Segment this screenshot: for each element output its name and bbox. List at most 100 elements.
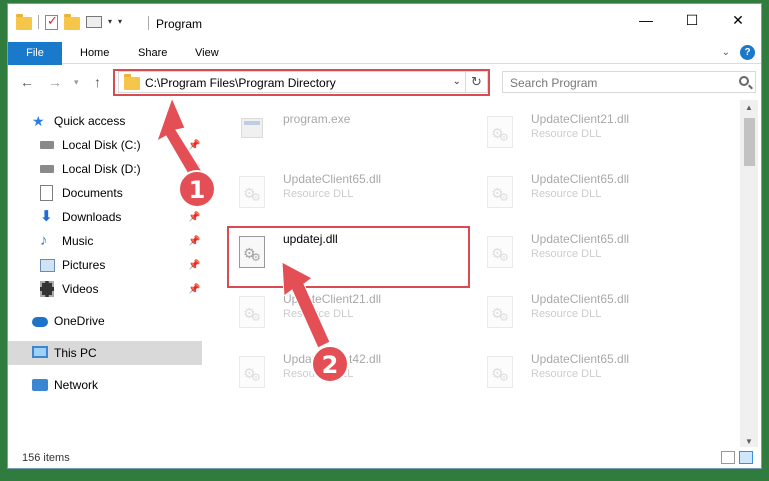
sidebar-item-music[interactable]: ♪ Music 📌 <box>8 229 202 253</box>
divider <box>148 16 149 30</box>
sidebar-item-quick-access[interactable]: ★ Quick access <box>8 109 202 133</box>
minimize-button[interactable]: — <box>623 4 669 36</box>
sidebar-item-label: Quick access <box>54 114 126 128</box>
sidebar-item-local-disk-d[interactable]: Local Disk (D:) 📌 <box>8 157 202 181</box>
window-controls: — ☐ ✕ <box>623 4 761 36</box>
sidebar-item-downloads[interactable]: ⬇ Downloads 📌 <box>8 205 202 229</box>
item-count: 156 items <box>22 452 70 464</box>
network-icon <box>32 377 48 393</box>
maximize-button[interactable]: ☐ <box>669 4 715 36</box>
pin-icon[interactable]: 📌 <box>188 284 200 295</box>
search-icon[interactable] <box>739 76 749 86</box>
file-name: UpdateClient65.dll <box>531 232 630 246</box>
dll-icon <box>484 234 516 270</box>
tab-view[interactable]: View <box>183 42 231 64</box>
pin-icon[interactable]: 📌 <box>188 236 200 247</box>
videos-icon <box>40 281 56 297</box>
close-button[interactable]: ✕ <box>715 4 761 36</box>
window-title: Program <box>156 17 203 31</box>
forward-arrow-icon[interactable]: → <box>48 74 62 90</box>
navigation-pane: ★ Quick access Local Disk (C:) 📌 Local D… <box>8 104 202 444</box>
pin-icon[interactable]: 📌 <box>188 260 200 271</box>
vertical-scrollbar[interactable]: ▲ ▼ <box>740 100 758 450</box>
exe-icon <box>236 114 268 150</box>
quick-access-toolbar: ▾ ▾ <box>16 13 122 30</box>
explorer-window: ▾ ▾ Program — ☐ ✕ File Home Share View ⌄… <box>7 3 762 469</box>
customize-icon[interactable] <box>86 15 102 28</box>
file-type: Resource DLL <box>531 308 602 320</box>
scroll-up-icon[interactable]: ▲ <box>740 100 758 116</box>
dll-icon <box>484 174 516 210</box>
status-bar: 156 items <box>8 447 761 468</box>
sidebar-item-pictures[interactable]: Pictures 📌 <box>8 253 202 277</box>
music-icon: ♪ <box>40 232 48 249</box>
details-view-icon[interactable] <box>721 451 735 464</box>
file-name: UpdateClient65.dll <box>531 172 630 186</box>
sidebar-item-videos[interactable]: Videos 📌 <box>8 277 202 301</box>
dll-icon <box>236 174 268 210</box>
file-item[interactable]: UpdateClient65.dll Resource DLL <box>208 168 448 212</box>
pin-icon[interactable]: 📌 <box>188 140 200 151</box>
back-arrow-icon[interactable]: ← <box>20 74 34 90</box>
sidebar-item-label: Videos <box>62 282 99 296</box>
expand-ribbon-icon[interactable]: ⌄ <box>722 47 730 58</box>
title-bar: ▾ ▾ Program — ☐ ✕ <box>8 4 761 42</box>
view-buttons <box>721 451 753 464</box>
help-icon[interactable]: ? <box>740 45 755 60</box>
downloads-icon: ⬇ <box>40 208 53 225</box>
pictures-icon <box>40 257 56 273</box>
step-badge-2: 2 <box>311 345 349 383</box>
sidebar-item-this-pc[interactable]: This PC <box>8 341 202 365</box>
sidebar-item-label: OneDrive <box>54 314 105 328</box>
sidebar-item-label: Local Disk (C:) <box>62 138 141 152</box>
disk-icon <box>40 137 56 153</box>
disk-icon <box>40 161 56 177</box>
large-icons-view-icon[interactable] <box>739 451 753 464</box>
sidebar-item-label: Documents <box>62 186 123 200</box>
ribbon-tabs: File Home Share View ⌄ ? <box>8 42 761 86</box>
file-item[interactable]: UpdateClient65.dll Resource DLL <box>456 228 696 272</box>
recent-locations-icon[interactable]: ▾ <box>74 77 79 88</box>
search-input[interactable]: Search Program <box>510 76 597 90</box>
sidebar-item-label: Music <box>62 234 94 248</box>
sidebar-item-documents[interactable]: Documents 📌 <box>8 181 202 205</box>
sidebar-item-label: Downloads <box>62 210 122 224</box>
sidebar-item-network[interactable]: Network <box>8 373 202 397</box>
folder-icon <box>16 14 32 30</box>
file-item[interactable]: UpdateClient21.dll Resource DLL <box>208 288 448 332</box>
sidebar-item-onedrive[interactable]: OneDrive <box>8 309 202 333</box>
up-arrow-icon[interactable]: ↑ <box>94 74 101 90</box>
file-item[interactable]: UpdateClient21.dll Resource DLL <box>456 108 696 152</box>
file-name: program.exe <box>283 112 351 126</box>
file-name: UpdateClient65.dll <box>531 352 630 366</box>
tab-share[interactable]: Share <box>126 42 179 64</box>
dll-icon <box>484 114 516 150</box>
file-type: Resource DLL <box>531 128 602 140</box>
qat-dropdown-icon[interactable]: ▾ <box>118 17 122 26</box>
chevron-down-icon[interactable]: ▾ <box>108 17 112 26</box>
file-item[interactable]: UpdateClient65.dll Resource DLL <box>456 168 696 212</box>
sidebar-item-label: Pictures <box>62 258 106 272</box>
address-highlight-box <box>113 69 490 96</box>
dll-icon <box>484 354 516 390</box>
new-folder-icon[interactable] <box>64 14 80 30</box>
file-type: Resource DLL <box>531 248 602 260</box>
search-box[interactable]: Search Program <box>502 71 756 93</box>
step-badge-1: 1 <box>178 170 216 208</box>
divider <box>38 14 39 29</box>
file-name: UpdateClient21.dll <box>283 292 382 306</box>
file-type: Resource DLL <box>283 188 354 200</box>
file-item[interactable]: UpdateClient65.dll Resource DLL <box>456 348 696 392</box>
ribbon-right: ⌄ ? <box>722 45 755 60</box>
file-item[interactable]: UpdateClient65.dll Resource DLL <box>456 288 696 332</box>
file-name: UpdateClient21.dll <box>531 112 630 126</box>
dll-icon <box>236 354 268 390</box>
dll-icon <box>484 294 516 330</box>
properties-check-icon[interactable] <box>45 13 58 30</box>
tab-home[interactable]: Home <box>68 42 121 64</box>
scrollbar-thumb[interactable] <box>744 118 755 166</box>
pin-icon[interactable]: 📌 <box>188 212 200 223</box>
file-item-program-exe[interactable]: program.exe <box>208 108 448 152</box>
sidebar-item-local-disk-c[interactable]: Local Disk (C:) 📌 <box>8 133 202 157</box>
sidebar-item-label: This PC <box>54 346 97 360</box>
